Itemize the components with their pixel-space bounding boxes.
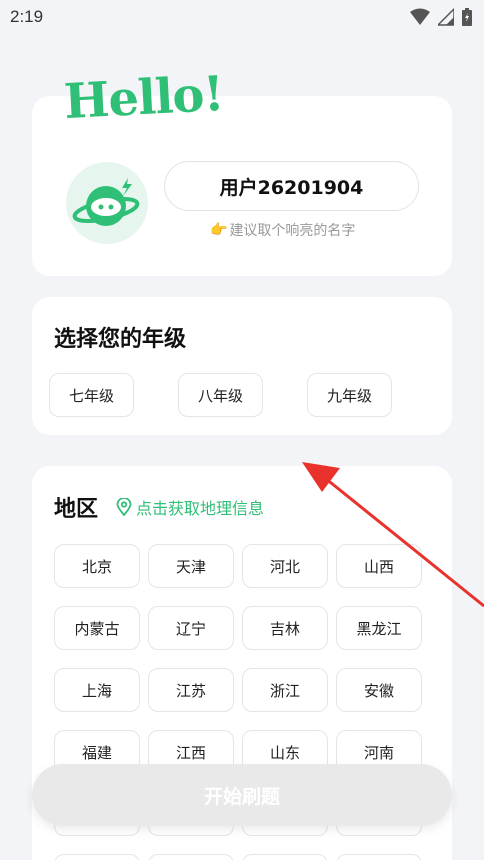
- province-chip[interactable]: 江苏: [148, 668, 234, 712]
- signal-icon: [438, 8, 454, 26]
- grade-card: 选择您的年级 七年级 八年级 九年级: [32, 297, 452, 435]
- province-chip[interactable]: [336, 854, 422, 860]
- grade-option[interactable]: 七年级: [49, 373, 134, 417]
- province-chip[interactable]: 山西: [336, 544, 422, 588]
- province-chip[interactable]: 天津: [148, 544, 234, 588]
- username-field[interactable]: 用户26201904: [164, 161, 419, 211]
- province-chip[interactable]: 辽宁: [148, 606, 234, 650]
- province-chip[interactable]: 河北: [242, 544, 328, 588]
- status-icons: [410, 8, 472, 26]
- grade-title: 选择您的年级: [54, 327, 187, 352]
- username-hint-text: 建议取个响亮的名字: [229, 223, 356, 239]
- province-chip[interactable]: 上海: [54, 668, 140, 712]
- planet-mascot-icon: [72, 178, 140, 226]
- province-chip[interactable]: [54, 854, 140, 860]
- status-time: 2:19: [10, 7, 44, 26]
- province-chip[interactable]: [148, 854, 234, 860]
- start-practice-button[interactable]: 开始刷题: [32, 764, 452, 826]
- username-text: 用户26201904: [219, 176, 364, 199]
- region-title: 地区: [54, 497, 99, 522]
- hello-heading: Hello!: [62, 65, 225, 131]
- location-pin-icon: [116, 498, 132, 516]
- grade-option[interactable]: 九年级: [307, 373, 392, 417]
- province-chip[interactable]: 内蒙古: [54, 606, 140, 650]
- grade-option[interactable]: 八年级: [178, 373, 263, 417]
- wifi-icon: [410, 8, 430, 25]
- province-chip[interactable]: [242, 854, 328, 860]
- province-chip[interactable]: 安徽: [336, 668, 422, 712]
- province-chip[interactable]: 吉林: [242, 606, 328, 650]
- status-bar: 2:19: [0, 0, 484, 34]
- get-location-link[interactable]: 点击获取地理信息: [116, 495, 264, 519]
- province-chip[interactable]: 浙江: [242, 668, 328, 712]
- province-chip[interactable]: 黑龙江: [336, 606, 422, 650]
- username-hint: 👉 建议取个响亮的名字: [210, 220, 355, 240]
- pointing-hand-icon: 👉: [210, 222, 228, 238]
- avatar[interactable]: [66, 162, 148, 244]
- battery-icon: [462, 8, 472, 26]
- get-location-text: 点击获取地理信息: [136, 499, 265, 518]
- province-chip[interactable]: 北京: [54, 544, 140, 588]
